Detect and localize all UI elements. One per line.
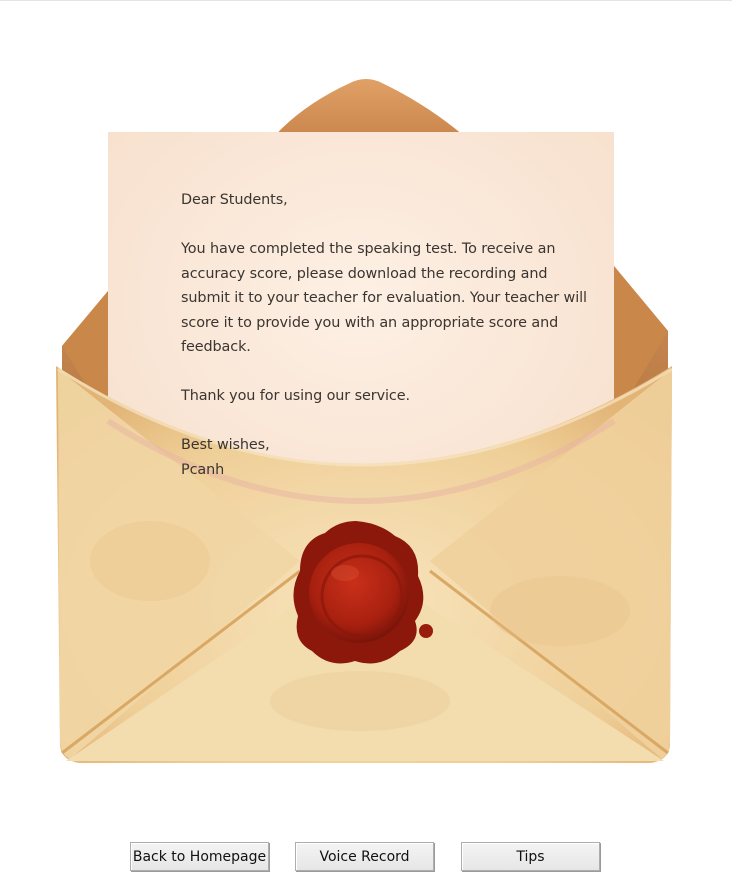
letter-greeting: Dear Students,	[181, 192, 288, 208]
voice-record-button[interactable]: Voice Record	[295, 842, 434, 871]
envelope-back-flap	[270, 79, 470, 141]
letter-signature: Pcanh	[181, 461, 225, 478]
letter-closing: Best wishes,	[181, 437, 270, 453]
letter-thanks: Thank you for using our service.	[181, 388, 410, 404]
letter-text: Dear Students, You have completed the sp…	[181, 188, 593, 482]
tips-button[interactable]: Tips	[461, 842, 600, 871]
app-window: Dear Students, You have completed the sp…	[0, 0, 732, 892]
letter-body: You have completed the speaking test. To…	[181, 241, 587, 355]
back-to-homepage-button[interactable]: Back to Homepage	[130, 842, 269, 871]
